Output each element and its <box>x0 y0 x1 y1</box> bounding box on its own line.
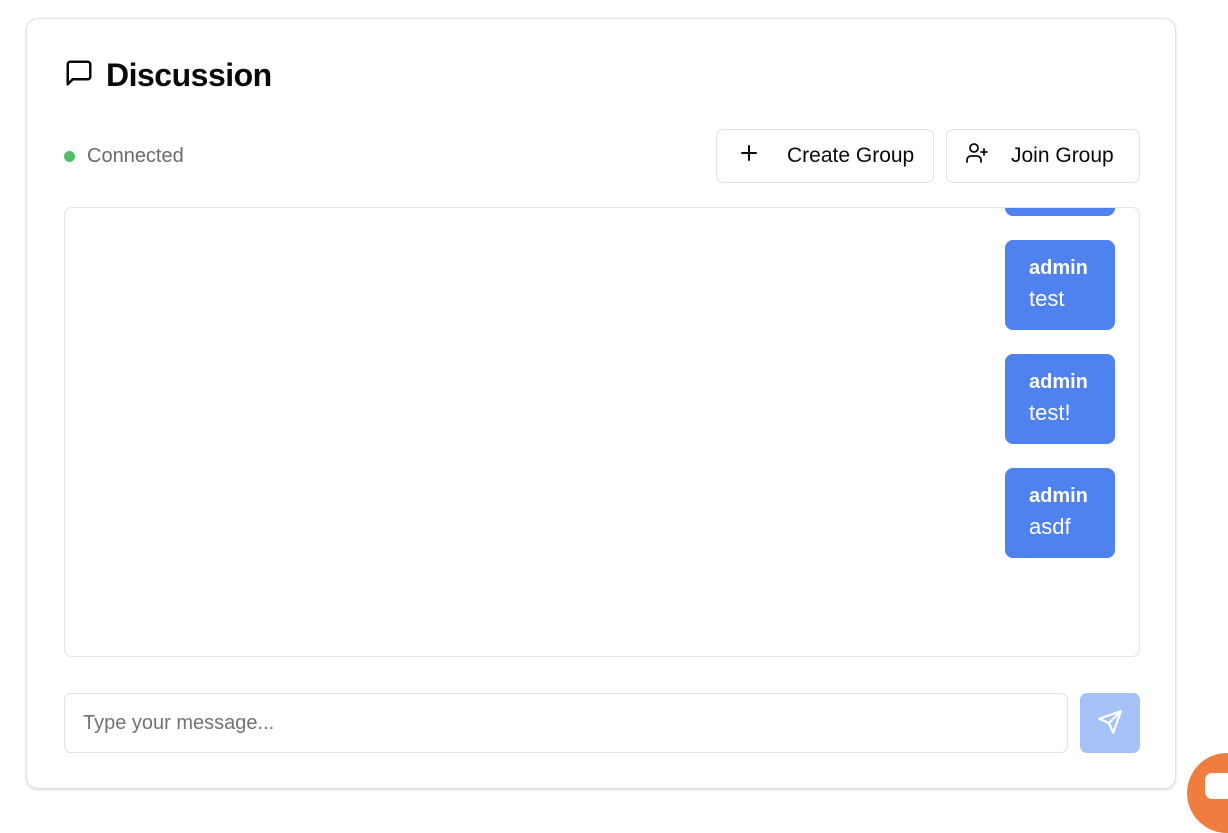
join-group-button[interactable]: Join Group <box>946 129 1140 183</box>
user-plus-icon <box>965 141 989 171</box>
create-group-label: Create Group <box>787 144 915 167</box>
message-square-icon <box>64 58 94 93</box>
status-label: Connected <box>87 144 184 167</box>
send-button[interactable] <box>1080 693 1140 753</box>
status-indicator-dot <box>64 150 75 162</box>
chat-bubble-icon <box>1205 773 1228 799</box>
chat-widget-button[interactable] <box>1187 753 1228 833</box>
send-icon <box>1097 709 1123 738</box>
message-text: test <box>1029 286 1065 311</box>
card-header: Discussion <box>64 57 272 93</box>
join-group-label: Join Group <box>1011 144 1114 167</box>
message-bubble: admin test <box>1005 208 1115 216</box>
message-sender: admin <box>1029 485 1088 507</box>
create-group-button[interactable]: Create Group <box>716 129 934 183</box>
message-bubble: admin test! <box>1005 354 1115 444</box>
message-input[interactable] <box>64 693 1068 753</box>
message-bubble: admin asdf <box>1005 468 1115 558</box>
message-text: asdf <box>1029 514 1071 539</box>
plus-icon <box>737 141 761 171</box>
message-list-panel[interactable]: admin test admin test admin test! admin … <box>64 207 1140 657</box>
message-bubble: admin test <box>1005 240 1115 330</box>
message-sender: admin <box>1029 371 1088 393</box>
message-list: admin test admin test admin test! admin … <box>1005 208 1115 558</box>
message-text: test! <box>1029 400 1071 425</box>
message-sender: admin <box>1029 257 1088 279</box>
connection-status: Connected <box>64 143 184 169</box>
discussion-card: Discussion Connected Create Group Join G… <box>26 18 1176 789</box>
page-title: Discussion <box>106 56 272 93</box>
